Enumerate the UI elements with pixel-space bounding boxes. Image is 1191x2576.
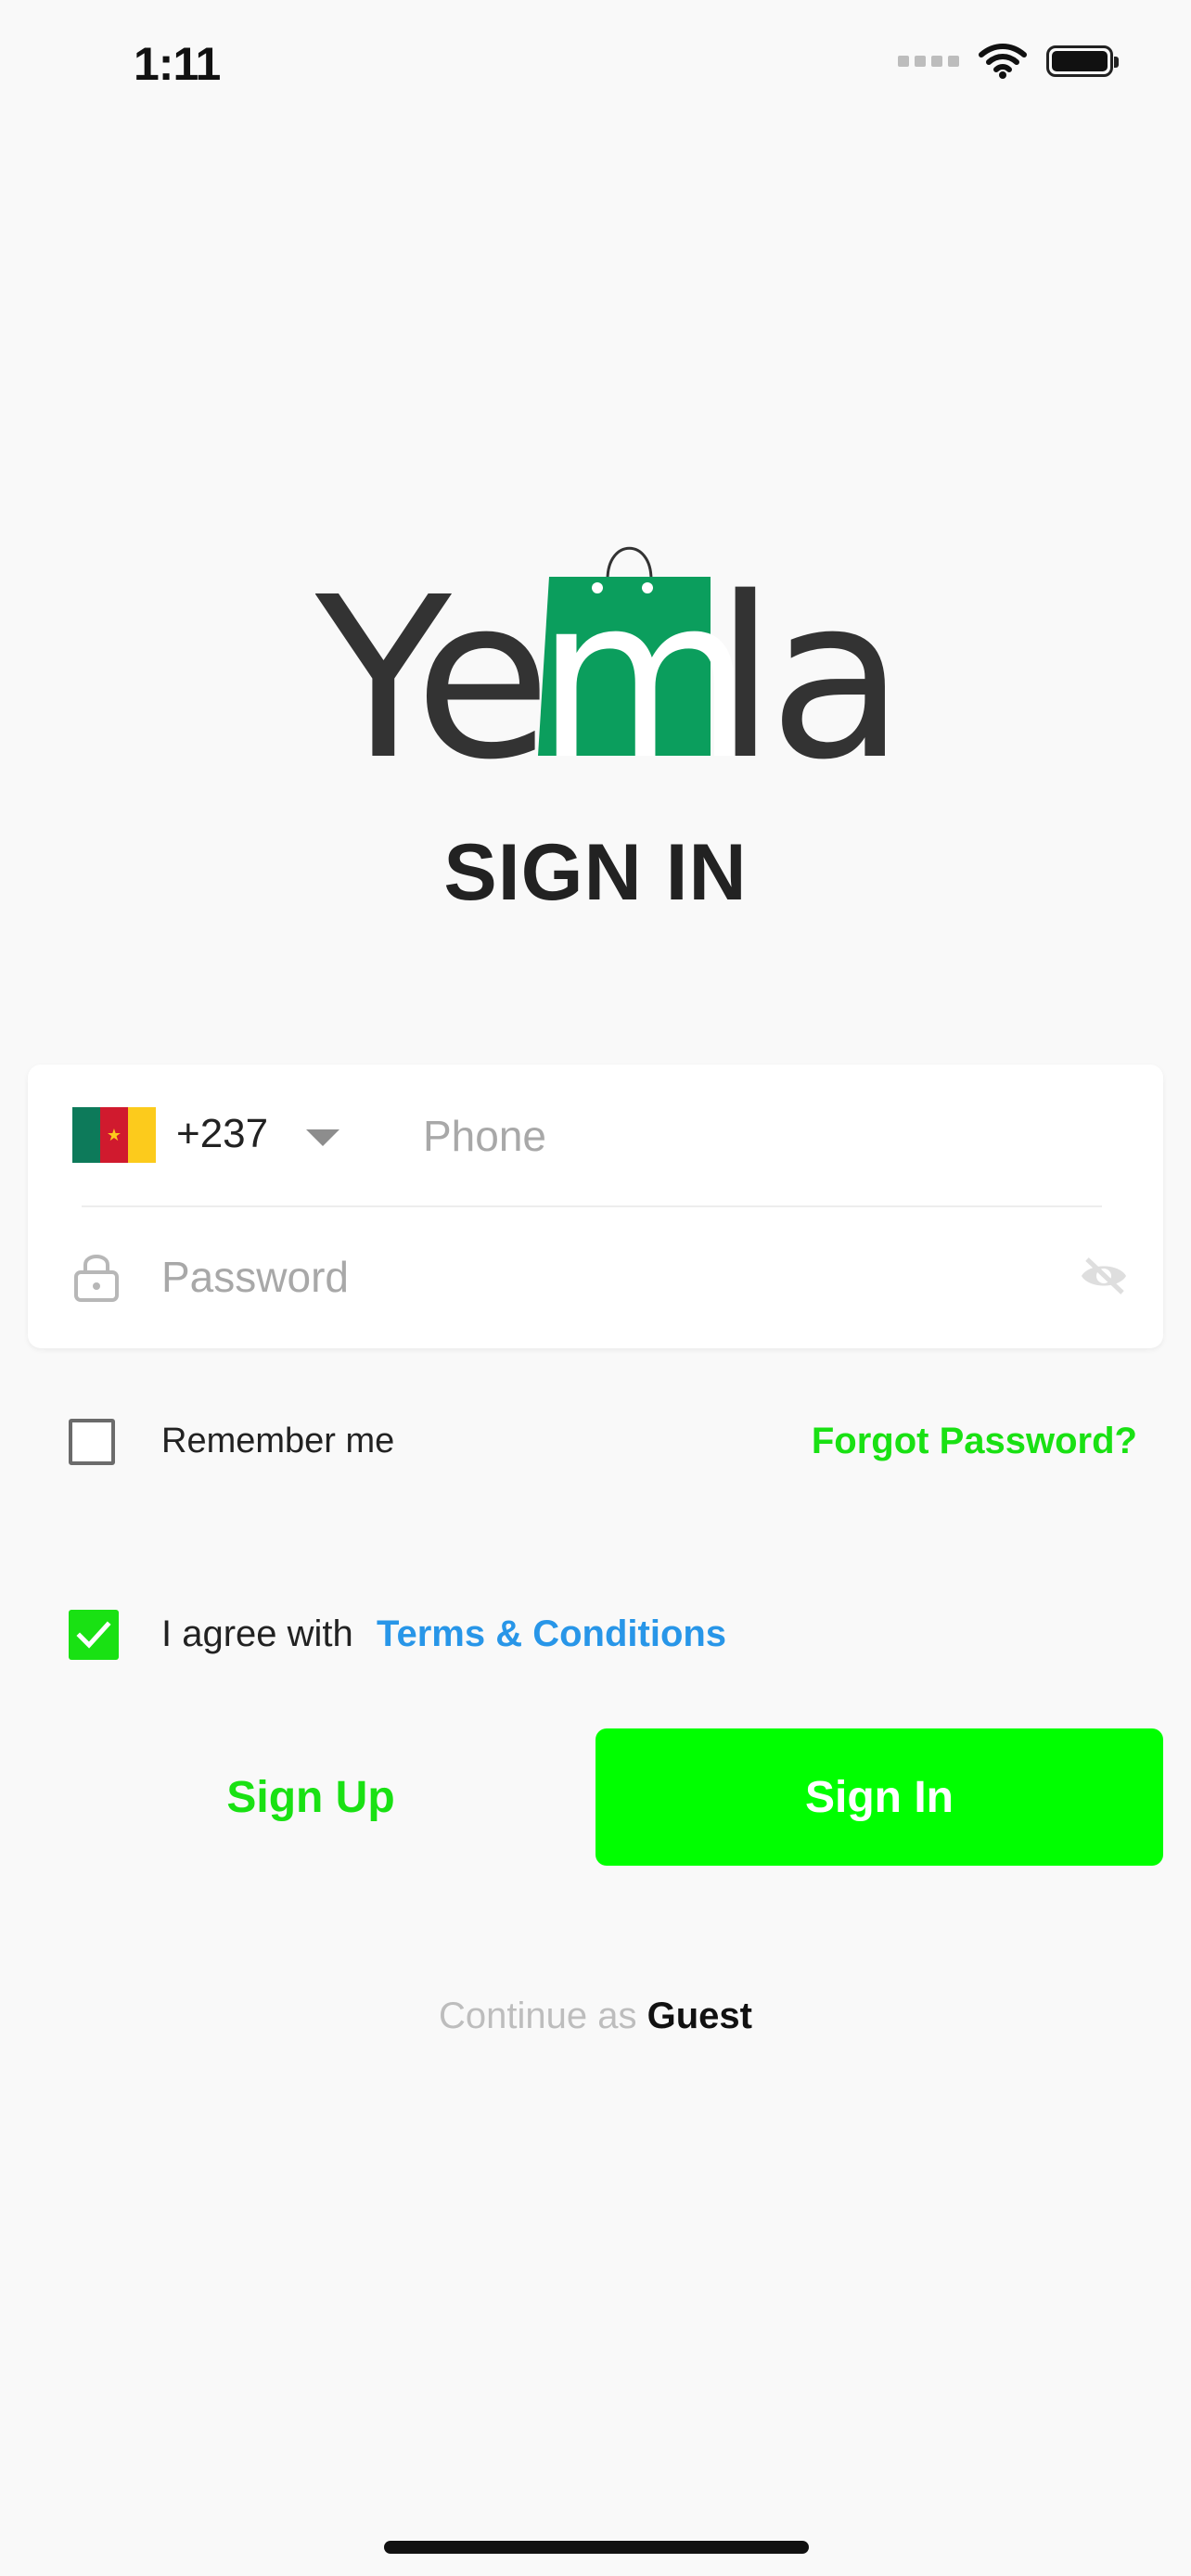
field-divider (82, 1205, 1102, 1207)
status-time: 1:11 (134, 38, 221, 90)
guest-link[interactable]: Guest (647, 1996, 752, 2036)
password-input[interactable] (160, 1246, 1054, 1307)
phone-row: ★ +237 (28, 1065, 1163, 1204)
page-title: SIGN IN (443, 828, 748, 917)
terms-conditions-link[interactable]: Terms & Conditions (377, 1613, 726, 1655)
eye-off-icon[interactable] (1078, 1254, 1130, 1298)
guest-prefix: Continue as (439, 1996, 637, 2036)
remember-me-label: Remember me (161, 1422, 395, 1460)
check-icon (76, 1621, 111, 1649)
forgot-password-link[interactable]: Forgot Password? (812, 1421, 1137, 1462)
logo-text-ye: Ye (315, 549, 544, 770)
status-icons (898, 43, 1119, 80)
lock-icon (74, 1255, 119, 1302)
battery-icon (1046, 45, 1119, 77)
home-indicator[interactable] (384, 2541, 809, 2554)
chevron-down-icon[interactable] (306, 1129, 339, 1146)
wifi-icon (979, 44, 1027, 79)
yemla-logo: Ye m la (315, 546, 890, 770)
terms-prefix: I agree with (161, 1613, 353, 1654)
continue-as-guest: Continue as Guest (0, 1996, 1191, 2037)
cellular-signal-icon (898, 56, 959, 67)
phone-input[interactable] (421, 1105, 1130, 1167)
country-code[interactable]: +237 (176, 1111, 268, 1157)
sign-up-button[interactable]: Sign Up (130, 1732, 492, 1862)
cameroon-flag-icon[interactable]: ★ (72, 1107, 156, 1163)
sign-in-button[interactable]: Sign In (596, 1728, 1163, 1866)
logo-text-la: la (714, 549, 890, 770)
terms-checkbox[interactable] (69, 1610, 119, 1660)
login-card: ★ +237 (28, 1065, 1163, 1348)
remember-me-checkbox[interactable] (69, 1419, 115, 1465)
